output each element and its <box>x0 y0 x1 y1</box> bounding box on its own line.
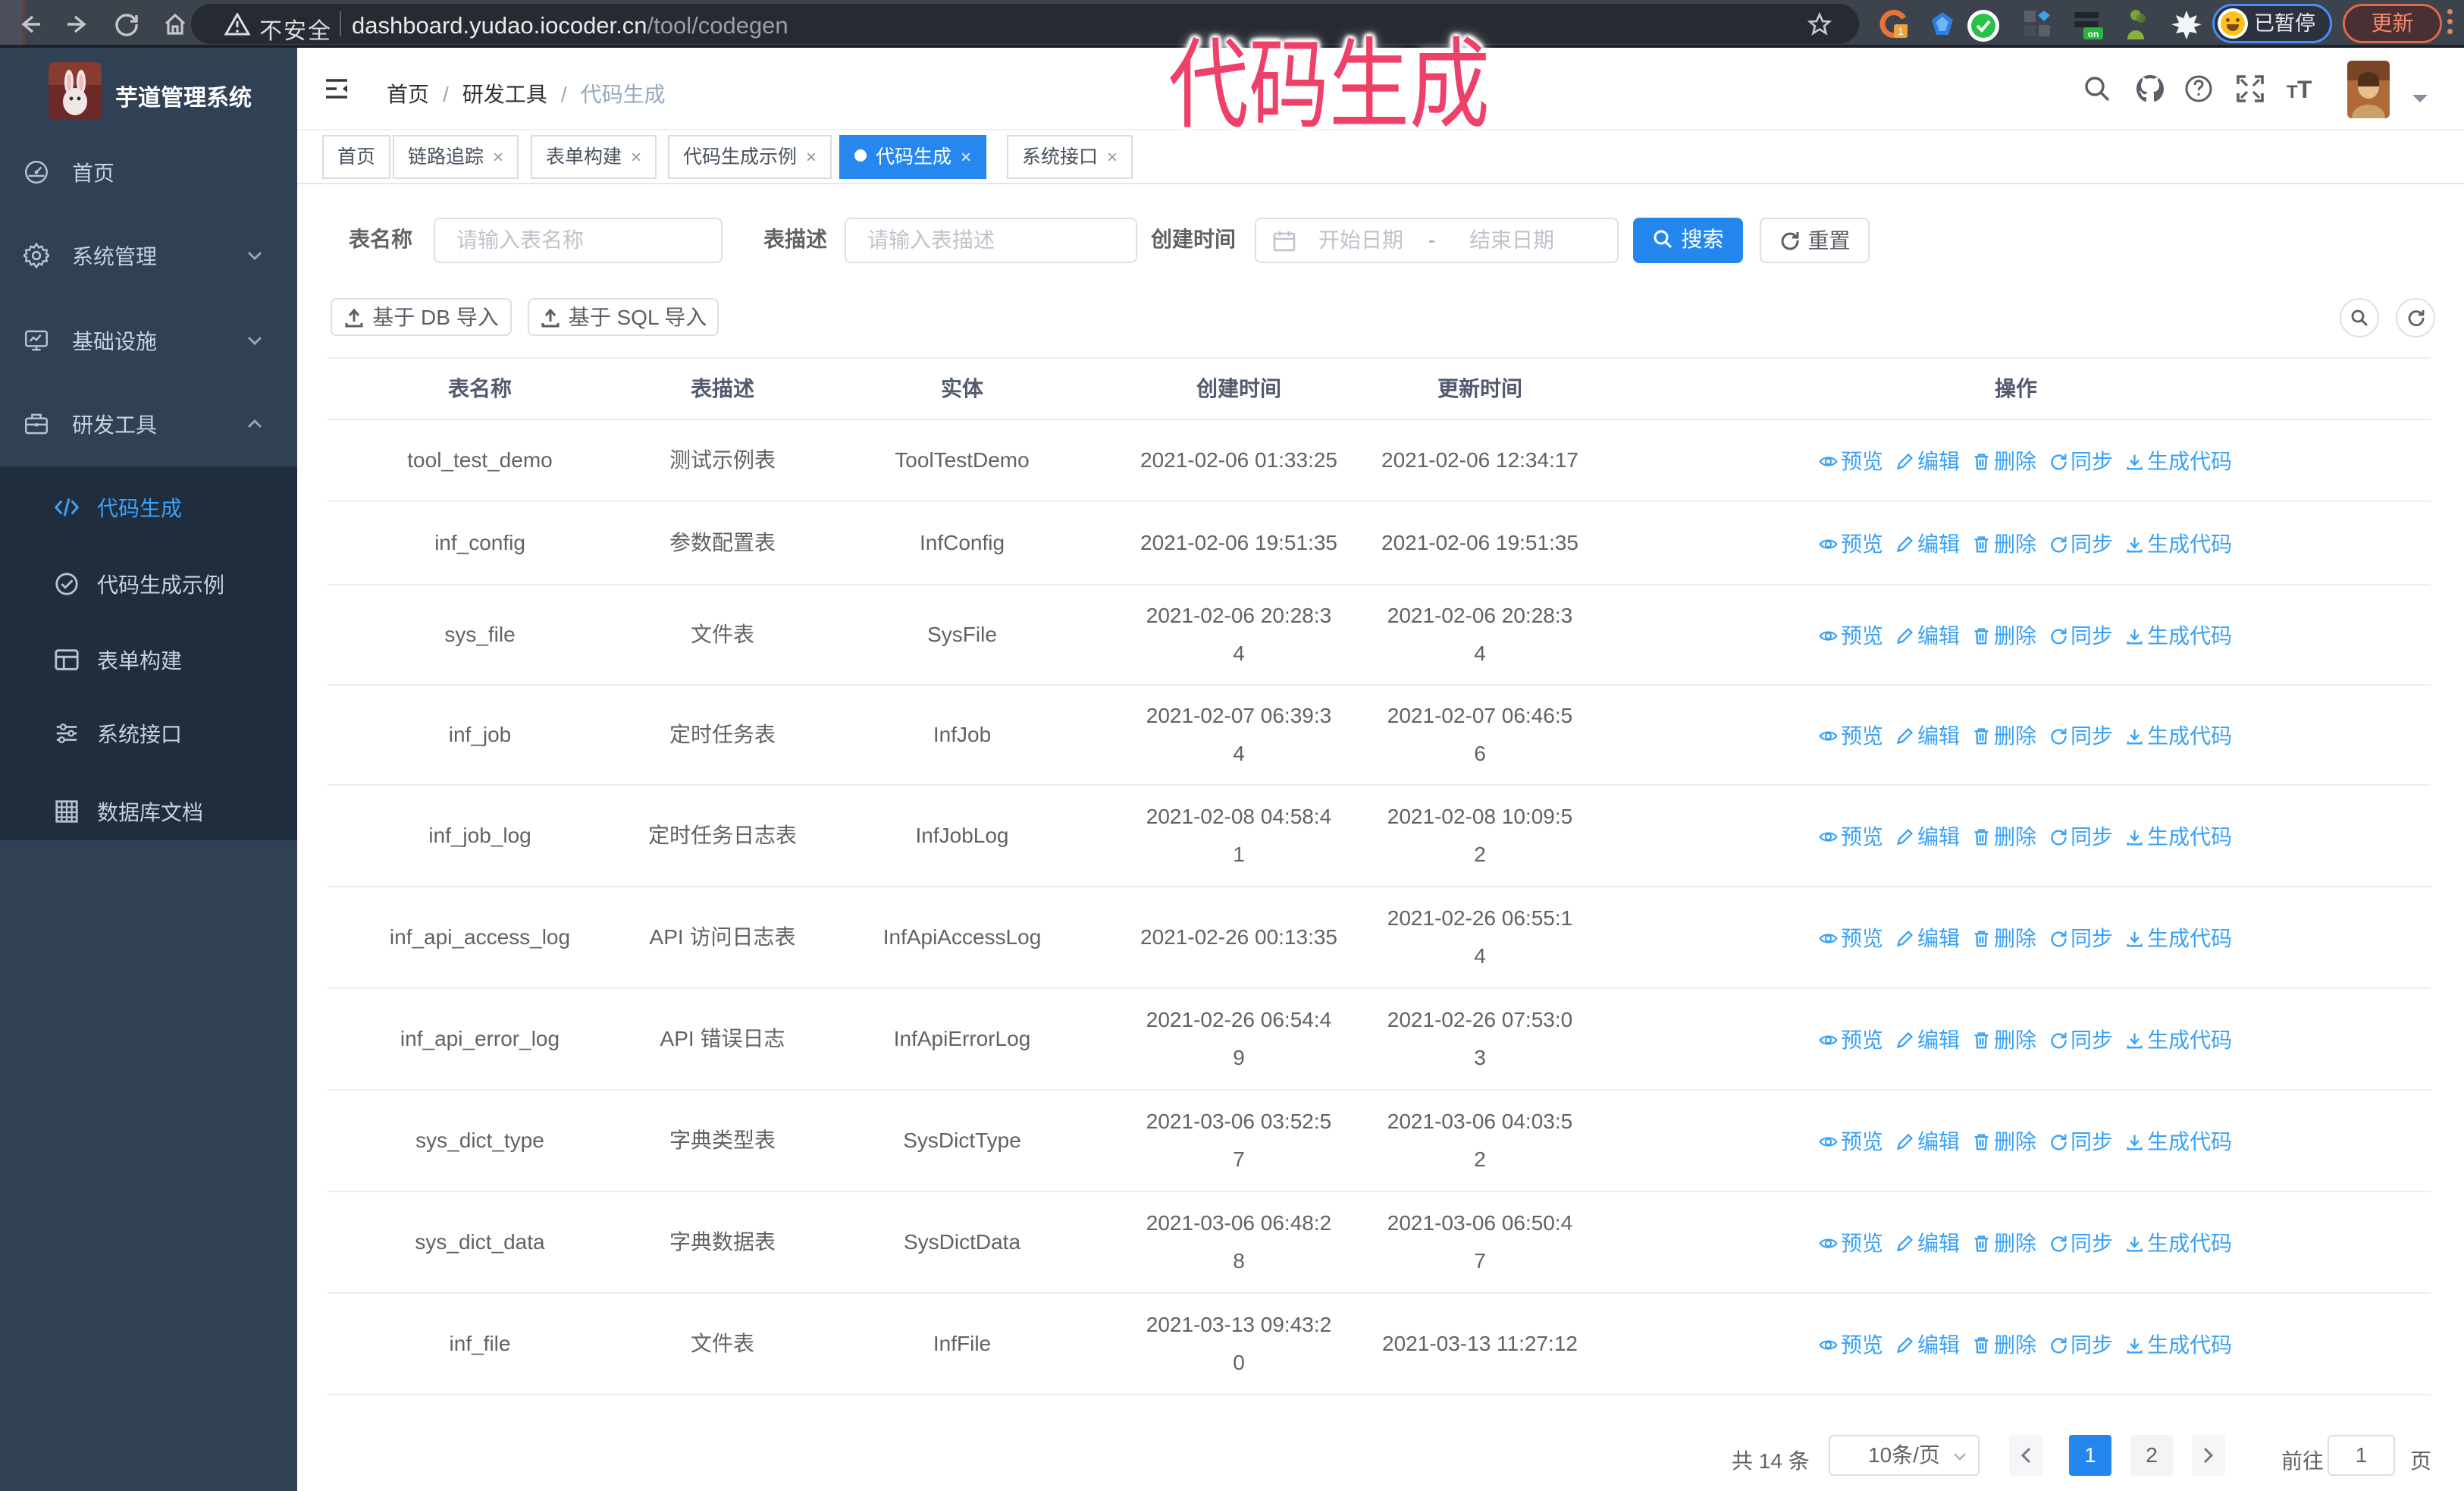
svg-text:T: T <box>2287 82 2298 102</box>
svg-text:T: T <box>2297 76 2312 103</box>
svg-text:1: 1 <box>1898 25 1904 37</box>
svg-text:on: on <box>2088 29 2099 39</box>
